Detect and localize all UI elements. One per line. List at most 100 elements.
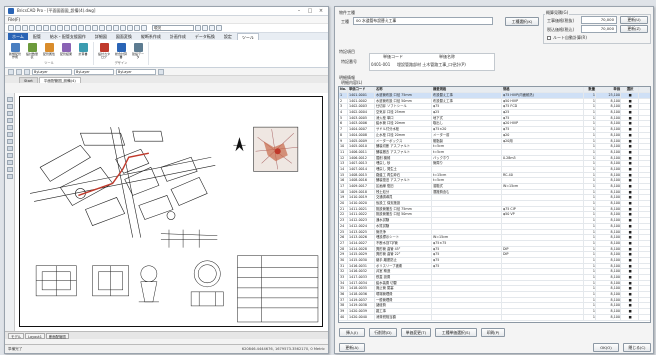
move-icon[interactable] [99,25,105,31]
delete-row-button[interactable]: 行削除(D) [369,328,397,337]
cell-select[interactable]: ■ [621,144,639,149]
draw-text-icon[interactable] [6,139,13,144]
ribbon-tab-0[interactable]: ホーム [8,33,28,40]
undo-icon[interactable] [36,25,42,31]
layer-state-icon[interactable] [16,68,22,75]
cell-select[interactable]: ■ [621,303,639,309]
properties-icon[interactable] [202,25,208,31]
color-select[interactable]: ByLayer [32,68,72,75]
cell-select[interactable]: ■ [621,184,639,189]
cell-select[interactable]: ■ [621,263,639,269]
new-pipe-button[interactable]: 新規配管作成 [8,42,22,60]
polyline-icon[interactable] [57,25,63,31]
snap-icon[interactable] [158,68,164,75]
draw-spline-icon[interactable] [6,125,13,130]
copy-icon[interactable] [106,25,112,31]
cell-select[interactable]: ■ [621,121,639,127]
draw-line-icon[interactable] [6,97,13,102]
draw-rect-icon[interactable] [6,104,13,109]
lineweight-select[interactable]: ByLayer [116,68,156,75]
sub-row-code[interactable]: 0401-001 [371,62,390,67]
maximize-icon[interactable]: □ [306,8,314,14]
rotate-icon[interactable] [113,25,119,31]
cell-select[interactable]: ■ [621,93,639,98]
ribbon-tab-1[interactable]: 配管 [29,33,45,40]
line-icon[interactable] [50,25,56,31]
draw-table-icon[interactable] [6,167,13,172]
cell-select[interactable]: ■ [621,98,639,104]
refresh-button[interactable]: 更新(A) [339,343,365,352]
summary-calc-button[interactable]: 総合計算書 [114,42,128,60]
open-icon[interactable] [15,25,21,31]
ribbon-tab-8[interactable]: 設定 [220,33,236,40]
redo-icon[interactable] [43,25,49,31]
layout-tab-layout1[interactable]: Layout1 [25,332,45,339]
cell-select[interactable]: ■ [621,235,639,240]
linetype-select[interactable]: ByLayer [74,68,114,75]
draw-block-icon[interactable] [6,153,13,158]
cell-select[interactable]: ■ [621,269,639,274]
calc-sheet-button[interactable]: 計算書 [76,42,90,60]
layout-tab-section[interactable]: 断面配管図 [45,332,69,339]
cell-select[interactable]: ■ [621,218,639,223]
cell-select[interactable]: ■ [621,189,639,195]
color-icon[interactable] [24,68,30,75]
cell-select[interactable]: ■ [621,155,639,161]
offset-icon[interactable] [141,25,147,31]
project-field[interactable]: 00 水道管布設替え工事 [353,17,493,25]
cell-select[interactable]: ■ [621,104,639,110]
cell-select[interactable]: ■ [621,223,639,229]
text-icon[interactable] [78,25,84,31]
select-project-button[interactable]: 工種選択(K) [505,17,539,26]
cell-select[interactable]: ■ [621,132,639,138]
print-button[interactable]: 印刷(P) [481,328,505,337]
trim-icon[interactable] [127,25,133,31]
cell-select[interactable]: ■ [621,201,639,206]
ribbon-tab-9[interactable]: ツール [236,33,259,40]
zoom-icon[interactable] [209,25,215,31]
circle-icon[interactable] [64,25,70,31]
ok-button[interactable]: OK(O) [593,343,619,352]
cell-select[interactable]: ■ [621,127,639,132]
new-icon[interactable] [8,25,14,31]
draw-point-icon[interactable] [6,160,13,165]
cell-select[interactable]: ■ [621,280,639,286]
layer-select[interactable]: 現況 [152,25,194,31]
update-tax-button[interactable]: 更新(Z) [620,25,648,33]
layer-icon[interactable] [195,25,201,31]
cell-select[interactable]: ■ [621,161,639,166]
close-button[interactable]: 閉じる(C) [623,343,651,352]
change-price-button[interactable]: 単価変更(T) [401,328,431,337]
cell-select[interactable]: ■ [621,275,639,280]
cell-select[interactable]: ■ [621,246,639,252]
draw-circle-icon[interactable] [6,111,13,116]
ribbon-tab-6[interactable]: 計画作成 [166,33,190,40]
ribbon-tab-3[interactable]: 詳細図 [91,33,111,40]
insert-button[interactable]: 挿入(I) [339,328,365,337]
cell-select[interactable]: ■ [621,206,639,212]
cell-select[interactable]: ■ [621,286,639,292]
quantity-table-button[interactable]: 設計数量表 [25,42,39,60]
drawing-canvas[interactable] [15,93,328,331]
cell-select[interactable]: ■ [621,195,639,201]
design-catalog-button[interactable]: 設計カタログ [97,42,111,60]
cell-select[interactable]: ■ [621,314,639,320]
draw-hatch-icon[interactable] [6,132,13,137]
cell-select[interactable]: ■ [621,240,639,246]
pipe-attribute-button[interactable]: 配管属性 [42,42,56,60]
draw-image-icon[interactable] [6,174,13,179]
auto-calc-checkbox[interactable] [547,36,551,40]
menu-file[interactable]: File(F) [8,17,20,22]
cell-select[interactable]: ■ [621,257,639,263]
cell-select[interactable]: ■ [621,229,639,235]
cell-select[interactable]: ■ [621,138,639,144]
print-icon[interactable] [29,25,35,31]
select-unit-price-button[interactable]: 工種単価選択(S) [435,328,477,337]
dimension-icon[interactable] [85,25,91,31]
select-icon[interactable] [8,68,14,75]
close-icon[interactable]: × [317,8,325,14]
hatch-icon[interactable] [92,25,98,31]
cell-select[interactable]: ■ [621,115,639,121]
cell-select[interactable]: ■ [621,172,639,178]
mirror-icon[interactable] [120,25,126,31]
